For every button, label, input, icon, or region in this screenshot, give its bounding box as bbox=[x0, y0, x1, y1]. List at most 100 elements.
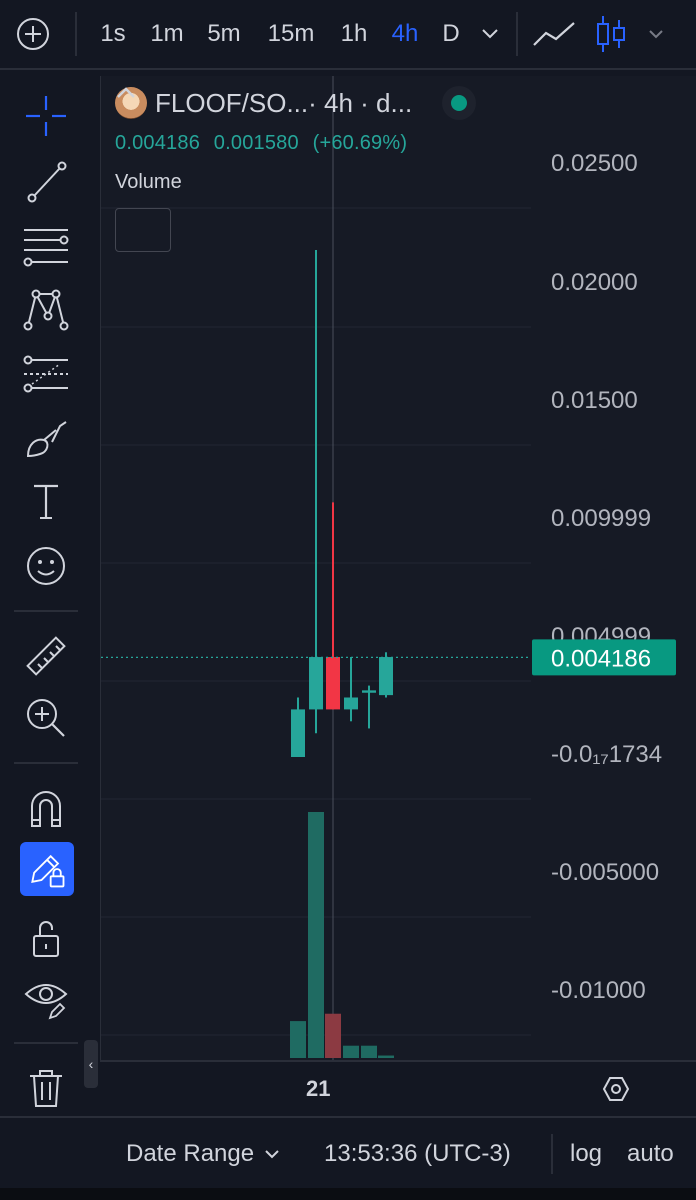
price-tick-label: -0.005000 bbox=[551, 859, 659, 886]
candles-chart-button[interactable] bbox=[590, 0, 632, 68]
horizontal-lines-icon bbox=[23, 229, 69, 267]
interval-d[interactable]: D bbox=[438, 0, 464, 68]
price-tick-label: 0.02500 bbox=[551, 150, 638, 177]
trend-line-tool[interactable] bbox=[14, 154, 78, 210]
candle-body bbox=[344, 697, 358, 710]
unlock-tool[interactable] bbox=[14, 910, 78, 966]
price-tick-label: 0.009999 bbox=[551, 505, 651, 532]
line-chart-button[interactable] bbox=[530, 0, 578, 68]
fib-icon bbox=[23, 355, 68, 393]
crosshair-tool[interactable] bbox=[14, 88, 78, 144]
toolbar-collapse-handle[interactable]: ‹ bbox=[84, 1040, 98, 1088]
system-bar bbox=[0, 1188, 696, 1200]
volume-bar bbox=[325, 1013, 341, 1058]
brush-icon bbox=[26, 421, 67, 458]
text-icon bbox=[34, 484, 58, 519]
trend-line-icon bbox=[27, 161, 67, 203]
ruler-icon bbox=[26, 636, 66, 676]
intervals-more-button[interactable] bbox=[476, 0, 504, 68]
interval-15m[interactable]: 15m bbox=[262, 0, 320, 68]
time-axis[interactable]: 21 bbox=[100, 1060, 696, 1116]
eye-icon bbox=[24, 984, 68, 1020]
price-tick-label: -0.0₁₇1734 bbox=[551, 741, 662, 768]
remove-drawings-tool[interactable] bbox=[14, 1060, 78, 1116]
trash-icon bbox=[30, 1070, 62, 1107]
price-tick-label: 0.01500 bbox=[551, 387, 638, 414]
add-symbol-button[interactable] bbox=[10, 0, 56, 68]
interval-label: · 4h · d... bbox=[308, 87, 413, 118]
interval-1s[interactable]: 1s bbox=[96, 0, 130, 68]
brush-tool[interactable] bbox=[14, 410, 78, 466]
toolbar-separator bbox=[14, 610, 78, 612]
pattern-tool[interactable] bbox=[14, 282, 78, 338]
lock-drawings-tool[interactable] bbox=[20, 842, 74, 896]
volume-bar bbox=[343, 1045, 359, 1058]
zoom-in-tool[interactable] bbox=[14, 690, 78, 746]
fib-tool[interactable] bbox=[14, 346, 78, 402]
interval-5m[interactable]: 5m bbox=[202, 0, 246, 68]
date-range-label: Date Range bbox=[126, 1140, 255, 1167]
last-price-label: 0.004186 bbox=[551, 645, 651, 672]
candle-body bbox=[291, 709, 305, 757]
candle-body bbox=[309, 657, 323, 710]
unlock-icon bbox=[33, 921, 59, 957]
candle-body bbox=[326, 657, 340, 710]
chart-pane[interactable]: 0.02500 0.02000 0.01500 0.009999 0.004999 -0.… bbox=[100, 76, 696, 1060]
line-chart-icon bbox=[533, 22, 575, 46]
symbol-label[interactable]: FLOOF/SO... bbox=[155, 88, 308, 119]
volume-bar bbox=[308, 812, 324, 1058]
interval-1h[interactable]: 1h bbox=[336, 0, 372, 68]
price-tick-label: 0.02000 bbox=[551, 269, 638, 296]
date-range-button[interactable]: Date Range bbox=[126, 1118, 280, 1190]
emoji-tool[interactable] bbox=[14, 538, 78, 594]
chevron-down-icon bbox=[265, 1150, 279, 1159]
chevron-down-icon bbox=[482, 29, 498, 39]
magnet-tool[interactable] bbox=[14, 780, 78, 836]
zoom-in-icon bbox=[27, 699, 65, 737]
close-value: 0.004186 bbox=[115, 132, 201, 154]
interval-1m[interactable]: 1m bbox=[146, 0, 188, 68]
change-value: 0.001580 bbox=[213, 132, 299, 154]
toolbar-separator bbox=[75, 12, 77, 56]
visibility-tool[interactable] bbox=[14, 970, 78, 1026]
candles-icon bbox=[597, 16, 625, 52]
plus-circle-icon bbox=[17, 18, 49, 50]
text-tool[interactable] bbox=[14, 474, 78, 530]
toolbar-separator bbox=[14, 762, 78, 764]
lock-drawings-icon bbox=[31, 854, 65, 888]
chart-legend: FLOOF/SO... · 4h · d... 0.004186 0.00158… bbox=[115, 86, 477, 252]
change-percent: (+60.69%) bbox=[312, 132, 408, 154]
chevron-up-icon bbox=[117, 87, 135, 98]
candle-body bbox=[379, 657, 393, 696]
market-status-indicator[interactable] bbox=[442, 86, 477, 120]
chart-settings-button[interactable] bbox=[596, 1062, 636, 1116]
pattern-icon bbox=[23, 289, 69, 331]
emoji-icon bbox=[27, 547, 65, 585]
ruler-tool[interactable] bbox=[14, 628, 78, 684]
auto-scale-toggle[interactable]: auto bbox=[627, 1118, 674, 1190]
magnet-icon bbox=[31, 791, 61, 827]
horizontal-lines-tool[interactable] bbox=[14, 218, 78, 274]
crosshair-icon bbox=[26, 96, 66, 136]
volume-bar bbox=[361, 1045, 377, 1058]
candle-body bbox=[362, 690, 376, 693]
chart-type-more-button[interactable] bbox=[642, 0, 670, 68]
drawing-toolbar bbox=[0, 70, 94, 1200]
toolbar-separator bbox=[516, 12, 518, 56]
top-toolbar: 1s 1m 5m 15m 1h 4h D bbox=[0, 0, 696, 70]
log-scale-toggle[interactable]: log bbox=[570, 1118, 602, 1190]
legend-collapse-button[interactable] bbox=[115, 87, 171, 252]
hexagon-settings-icon bbox=[602, 1077, 630, 1101]
toolbar-separator bbox=[14, 1042, 78, 1044]
volume-bar bbox=[378, 1055, 394, 1058]
interval-4h[interactable]: 4h bbox=[386, 0, 424, 68]
price-tick-label: -0.01000 bbox=[551, 977, 646, 1004]
bottom-separator bbox=[551, 1134, 553, 1174]
chevron-down-icon bbox=[649, 30, 663, 39]
volume-bar bbox=[290, 1021, 306, 1058]
clock-timezone[interactable]: 13:53:36 (UTC-3) bbox=[324, 1118, 511, 1190]
volume-label[interactable]: Volume bbox=[115, 171, 476, 194]
time-tick-label: 21 bbox=[306, 1076, 331, 1101]
bottom-bar: Date Range 13:53:36 (UTC-3) log auto bbox=[0, 1116, 696, 1190]
ohlc-values: 0.004186 0.001580 (+60.69%) bbox=[115, 132, 476, 155]
